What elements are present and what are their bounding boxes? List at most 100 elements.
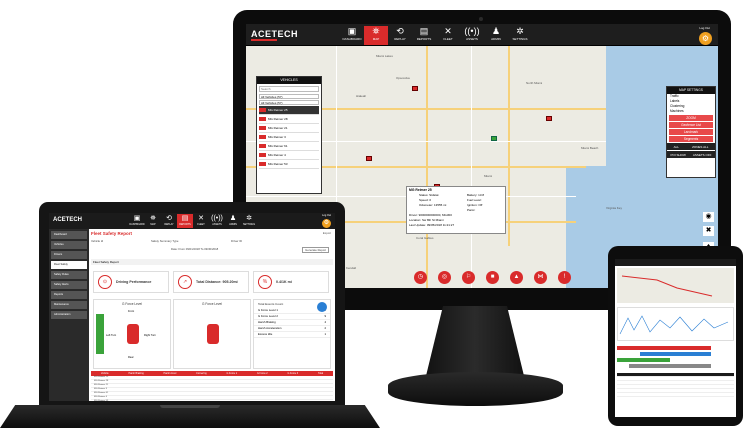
rate-icon: % (258, 275, 272, 289)
filter-vehicle[interactable]: Vehicle Id (91, 239, 103, 243)
nav-label: DASHBOARD (342, 37, 362, 41)
map-fullscreen-icon[interactable]: ✖ (703, 226, 714, 236)
nav-map[interactable]: ⛯ MAP (364, 26, 388, 45)
laptop-base (0, 405, 380, 428)
nav-settings[interactable]: ✲ SETTINGS (241, 214, 257, 228)
export-button[interactable]: Export (323, 231, 331, 235)
g-force-left-panel: G Force Level Front Rear Left Turn Right… (93, 299, 171, 369)
nav-replay[interactable]: ⟲ REPLAY (161, 214, 177, 228)
vehicle-marker[interactable] (491, 136, 497, 141)
nav-assets[interactable]: ((•)) ASSETS (460, 26, 484, 45)
vehicle-name: MG Reimer 25 (268, 107, 288, 112)
table-cell-vehicle: MG Reimer 3 (94, 388, 108, 390)
nav-label: ASSETS (466, 37, 478, 41)
sidebar-item[interactable]: Reports (51, 291, 87, 299)
sidebar-item[interactable]: Drivers (51, 251, 87, 259)
nav-fleet[interactable]: ✕ FLEET (193, 214, 209, 228)
generate-report-button[interactable]: Generate Report (302, 247, 329, 253)
table-cell-vehicle: MG Reimer 4 (94, 396, 108, 398)
date-range-filter[interactable]: Date: From 09/01/2018 To 09/30/2018 (171, 247, 218, 251)
settings-gear-icon[interactable]: ⚙ (322, 219, 331, 228)
nav-fleet[interactable]: ✕ FLEET (436, 26, 460, 45)
filter-driver[interactable]: Driver ID (231, 239, 242, 243)
table-header-cell[interactable]: Cornering (196, 372, 207, 375)
vehicle-marker[interactable] (366, 156, 372, 161)
event-count: 1 (324, 332, 326, 336)
nav-assets[interactable]: ((•)) ASSETS (209, 214, 225, 228)
nav-map[interactable]: ⛯ MAP (145, 214, 161, 228)
sidebar-item[interactable]: Safety Rules (51, 271, 87, 279)
share-icon[interactable]: ⋈ (534, 271, 547, 284)
logout-link[interactable]: Log Out (322, 214, 331, 217)
sidebar-item[interactable]: Safety Alerts (51, 281, 87, 289)
stat-zones[interactable]: ZONES ALL (692, 145, 708, 149)
stop-icon[interactable]: ■ (486, 271, 499, 284)
alert-icon[interactable]: ! (558, 271, 571, 284)
settings-stats-row: POI SHOW ASSETS OFF (667, 151, 715, 158)
vehicle-search-input[interactable]: Search (259, 86, 319, 92)
stat-all[interactable]: ALL (674, 145, 679, 149)
vehicle-marker[interactable] (412, 86, 418, 91)
kpi-label: Total Distance: 905.20mi (196, 280, 238, 284)
place-label: North Miami (526, 81, 543, 85)
kpi-rate: % 0.4/1K mi (253, 271, 329, 293)
segments-button[interactable]: Segments (669, 136, 713, 142)
sidebar-item[interactable]: Maintenance (51, 301, 87, 309)
sidebar-item[interactable]: Vehicles (51, 241, 87, 249)
table-header-cell[interactable]: Vehicle (101, 372, 109, 375)
warning-icon[interactable]: ▲ (510, 271, 523, 284)
sidebar-item[interactable]: Fleet Safety (51, 261, 87, 269)
brand-logo[interactable]: ACETECH (251, 29, 298, 39)
logout-link[interactable]: Log Out (699, 26, 710, 30)
nav-label: REPORTS (416, 37, 432, 41)
vehicle-group-select[interactable]: All Vehicles (57) (259, 100, 319, 105)
geofence-list-button[interactable]: Geofence List (669, 122, 713, 128)
gauge-title: G Force Level (201, 302, 223, 306)
monitor-stand-base (388, 372, 563, 406)
landmark-button[interactable]: Landmark (669, 129, 713, 135)
nav-dashboard[interactable]: ▣ DASHBOARD (129, 214, 145, 228)
event-count: 2 (324, 326, 326, 330)
nav-settings[interactable]: ✲ SETTINGS (508, 26, 532, 45)
zoom-button[interactable]: ZOOM (669, 115, 713, 121)
vehicle-group-select[interactable]: All Vehicles (57) (259, 94, 319, 99)
event-list: G Force Level 1 1 2 G Force Level 2 9 Harsh B… (254, 308, 330, 338)
truck-icon (259, 162, 266, 166)
gauge-left-label: Left Turn (106, 334, 117, 337)
stat-poi[interactable]: POI SHOW (670, 153, 685, 157)
route-icon[interactable]: ⚐ (462, 271, 475, 284)
nav-admin[interactable]: ♟ ADMIN (484, 26, 508, 45)
sidebar-item[interactable]: Administration (51, 311, 87, 319)
stat-assets[interactable]: ASSETS OFF (693, 153, 712, 157)
setting-machines[interactable]: Machines (667, 109, 715, 114)
nav-admin[interactable]: ♟ ADMIN (225, 214, 241, 228)
table-header-cell[interactable]: G Force 3 (288, 372, 299, 375)
nav-replay[interactable]: ⟲ REPLAY (388, 26, 412, 45)
table-header-cell[interactable]: Harsh Accel (164, 372, 177, 375)
brand-logo[interactable]: ACETECH (53, 217, 82, 223)
map-eye-icon[interactable]: ◉ (703, 212, 714, 222)
nav-label: ADMIN (229, 223, 237, 226)
table-header-cell[interactable]: G Force 1 (227, 372, 238, 375)
table-header-cell[interactable]: Total (318, 372, 323, 375)
filter-summary-type[interactable]: Safety Summary Type (151, 239, 178, 243)
vehicle-list-item[interactable]: MG Reimer 53 (259, 160, 319, 169)
settings-gear-icon[interactable]: ⚙ (699, 32, 712, 45)
table-header-cell[interactable]: Harsh Braking (129, 372, 144, 375)
table-row[interactable]: MG Reimer 53 (91, 400, 333, 401)
distance-icon: ↗ (178, 275, 192, 289)
alarm-icon[interactable]: ◷ (414, 271, 427, 284)
nav-reports[interactable]: ▤ REPORTS (412, 26, 436, 45)
settings-icon: ✲ (246, 215, 252, 222)
vehicle-marker[interactable] (546, 116, 552, 121)
admin-icon: ♟ (491, 26, 501, 36)
sidebar-item[interactable]: Dashboard (51, 231, 87, 239)
geofence-icon[interactable]: ◎ (438, 271, 451, 284)
nav-reports[interactable]: ▤ REPORTS (177, 214, 193, 228)
table-row[interactable] (617, 393, 734, 397)
table-header-cell[interactable]: G Force 2 (257, 372, 268, 375)
replay-icon: ⟲ (166, 215, 172, 222)
timeline-bar (628, 364, 711, 368)
tablet-route-map[interactable] (617, 268, 734, 303)
nav-dashboard[interactable]: ▣ DASHBOARD (340, 26, 364, 45)
